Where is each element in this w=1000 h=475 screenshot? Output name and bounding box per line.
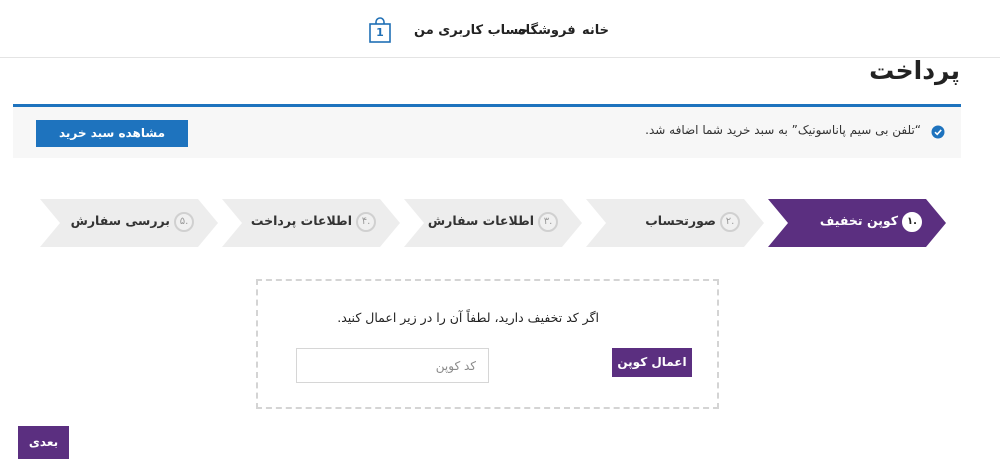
nav-link-home[interactable]: خانه bbox=[582, 23, 609, 38]
apply-coupon-button[interactable]: اعمال کوپن bbox=[612, 348, 692, 377]
notice-message: “تلفن بی سیم پاناسونیک” به سبد خرید شما … bbox=[645, 123, 921, 137]
coupon-code-input[interactable] bbox=[296, 348, 489, 383]
page-title: پرداخت bbox=[869, 56, 960, 85]
step-label: صورتحساب bbox=[645, 213, 716, 228]
step-number: .۲ bbox=[720, 212, 740, 232]
step-number: .۴ bbox=[356, 212, 376, 232]
coupon-prompt: اگر کد تخفیف دارید، لطفاً آن را در زیر ا… bbox=[337, 310, 599, 325]
cart-count-badge: 1 bbox=[376, 26, 384, 39]
step-order-review[interactable]: .۵ بررسی سفارش bbox=[40, 199, 218, 247]
step-number: .۱ bbox=[902, 212, 922, 232]
cart-button[interactable]: 1 bbox=[369, 17, 391, 43]
cart-notice: “تلفن بی سیم پاناسونیک” به سبد خرید شما … bbox=[13, 104, 961, 158]
checkout-steps: .۱ کوپن تخفیف .۲ صورتحساب .۳ اطلاعات سفا… bbox=[0, 199, 1000, 247]
nav-link-my-account[interactable]: حساب کاربری من bbox=[414, 23, 528, 38]
next-button[interactable]: بعدی bbox=[18, 426, 69, 459]
step-label: اطلاعات پرداخت bbox=[250, 213, 352, 228]
check-circle-icon bbox=[931, 125, 945, 139]
step-label: اطلاعات سفارش bbox=[427, 213, 534, 228]
step-coupon[interactable]: .۱ کوپن تخفیف bbox=[768, 199, 946, 247]
view-cart-button[interactable]: مشاهده سبد خرید bbox=[36, 120, 188, 147]
step-label: بررسی سفارش bbox=[70, 213, 170, 228]
coupon-box: اگر کد تخفیف دارید، لطفاً آن را در زیر ا… bbox=[256, 279, 719, 409]
step-payment-info[interactable]: .۴ اطلاعات پرداخت bbox=[222, 199, 400, 247]
step-label: کوپن تخفیف bbox=[819, 213, 898, 228]
step-number: .۳ bbox=[538, 212, 558, 232]
step-order-info[interactable]: .۳ اطلاعات سفارش bbox=[404, 199, 582, 247]
top-navigation: خانه فروشگاه حساب کاربری من 1 bbox=[0, 0, 1000, 58]
step-number: .۵ bbox=[174, 212, 194, 232]
step-billing[interactable]: .۲ صورتحساب bbox=[586, 199, 764, 247]
